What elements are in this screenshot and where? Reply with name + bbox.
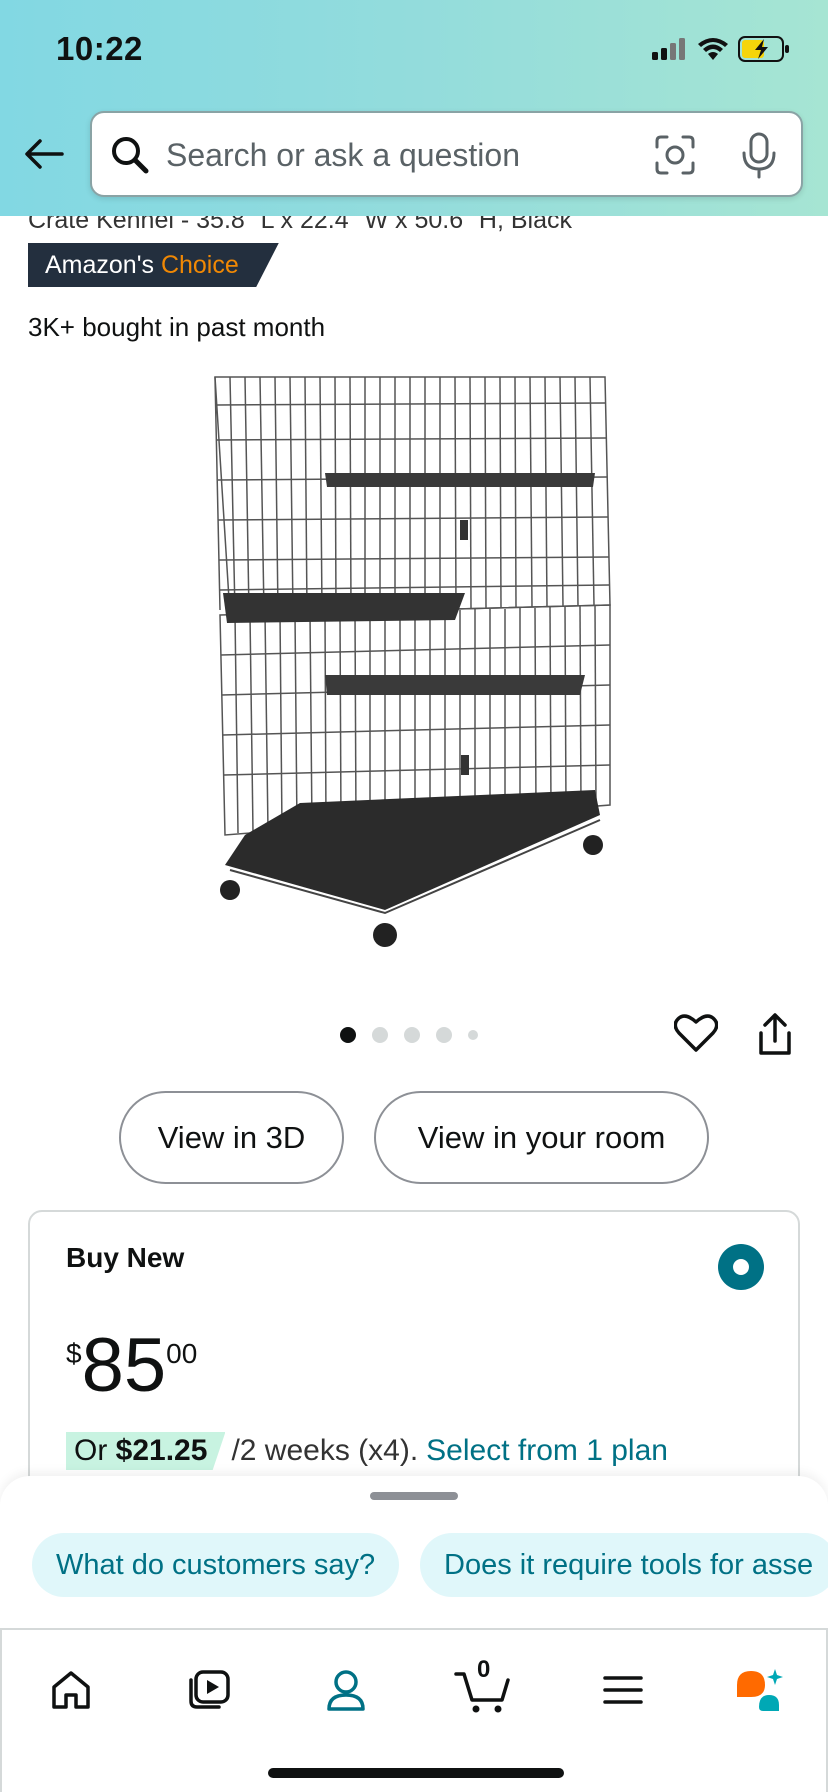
tab-account[interactable] xyxy=(316,1660,376,1720)
installment-offer: Or $21.25 /2 weeks (x4). Select from 1 p… xyxy=(66,1432,668,1470)
carousel-dot[interactable] xyxy=(468,1030,478,1040)
search-row: Search or ask a question xyxy=(0,108,828,200)
carousel-dot[interactable] xyxy=(340,1027,356,1043)
cart-count: 0 xyxy=(477,1656,491,1683)
buy-new-title: Buy New xyxy=(66,1242,185,1273)
arrow-left-icon xyxy=(25,139,64,169)
image-carousel-dots[interactable] xyxy=(340,1027,478,1043)
buy-new-card[interactable]: Buy New $ 85 00 Or $21.25 /2 weeks (x4).… xyxy=(28,1210,800,1510)
rufus-question-chip[interactable]: What do customers say? xyxy=(32,1533,400,1597)
camera-scan-icon[interactable] xyxy=(653,133,697,177)
price-whole: 85 xyxy=(81,1323,167,1408)
signal-icon xyxy=(652,38,685,60)
home-indicator xyxy=(268,1768,564,1778)
amazons-choice-badge[interactable]: Amazon's Choice xyxy=(28,243,279,287)
buy-new-radio[interactable] xyxy=(718,1244,764,1290)
search-icon xyxy=(112,137,149,174)
installment-prefix: Or xyxy=(74,1434,108,1467)
bought-count: 3K+ bought in past month xyxy=(28,312,326,342)
video-icon xyxy=(189,1670,230,1709)
select-plan-link[interactable]: Select from 1 plan xyxy=(426,1434,668,1468)
home-icon xyxy=(52,1671,90,1709)
rufus-icon xyxy=(737,1669,783,1711)
wifi-icon xyxy=(698,38,728,60)
badge-prefix: Amazon's xyxy=(45,250,154,279)
installment-highlight: Or $21.25 xyxy=(66,1432,226,1470)
installment-terms: /2 weeks (x4). xyxy=(231,1434,419,1467)
price-fraction: 00 xyxy=(166,1338,198,1369)
price-currency: $ xyxy=(66,1338,82,1369)
carousel-dot[interactable] xyxy=(436,1027,452,1043)
tab-cart[interactable]: 0 xyxy=(453,1656,513,1720)
heart-icon[interactable] xyxy=(674,1013,718,1053)
price: $ 85 00 xyxy=(66,1328,197,1404)
share-icon[interactable] xyxy=(757,1013,793,1057)
tab-rufus[interactable] xyxy=(729,1660,789,1720)
back-button[interactable] xyxy=(22,132,66,176)
badge-highlight: Choice xyxy=(160,250,239,279)
rufus-bottom-sheet: What do customers say? Does it require t… xyxy=(0,1476,828,1631)
person-icon xyxy=(327,1670,365,1711)
tab-video[interactable] xyxy=(179,1660,239,1720)
bottom-tab-bar: 0 xyxy=(0,1628,828,1792)
view-in-room-button[interactable]: View in your room xyxy=(374,1091,709,1184)
installment-amount: $21.25 xyxy=(115,1434,208,1467)
carousel-dot[interactable] xyxy=(404,1027,420,1043)
status-time: 10:22 xyxy=(56,30,143,67)
battery-charging-icon xyxy=(738,36,789,62)
status-icons xyxy=(652,36,790,62)
product-image[interactable] xyxy=(205,365,625,955)
carousel-dot[interactable] xyxy=(372,1027,388,1043)
microphone-icon[interactable] xyxy=(739,131,779,179)
search-input[interactable]: Search or ask a question xyxy=(90,111,803,197)
status-bar: 10:22 xyxy=(0,0,828,100)
view-in-3d-button[interactable]: View in 3D xyxy=(119,1091,344,1184)
tab-home[interactable] xyxy=(41,1660,101,1720)
menu-icon xyxy=(603,1676,643,1704)
tab-menu[interactable] xyxy=(593,1660,653,1720)
sheet-drag-handle[interactable] xyxy=(370,1492,458,1500)
search-placeholder: Search or ask a question xyxy=(166,137,520,173)
rufus-question-chip[interactable]: Does it require tools for asse xyxy=(420,1533,828,1597)
